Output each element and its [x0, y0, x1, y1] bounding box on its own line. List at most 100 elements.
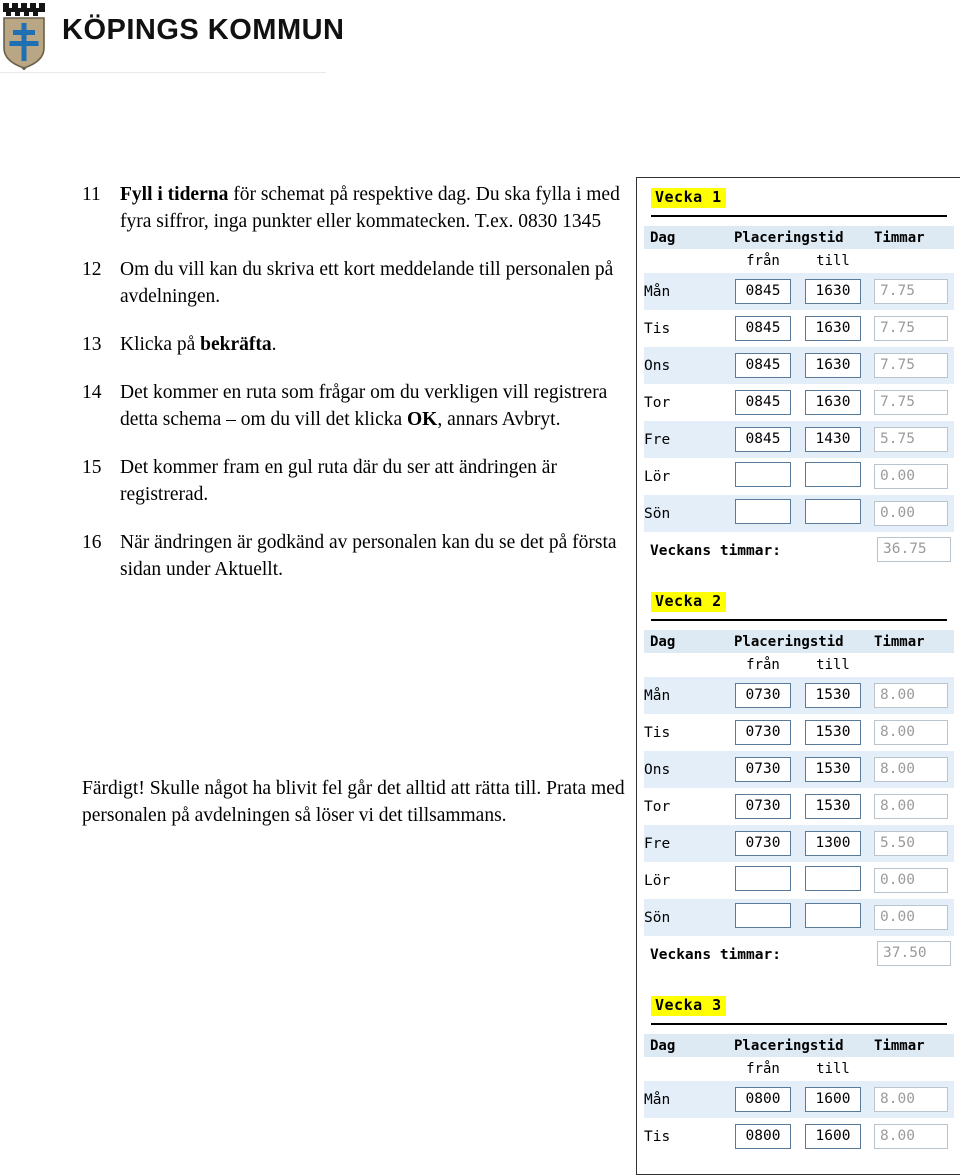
week-schedule-table: Dag Placeringstid Timmar från till Mån 0730 153…	[644, 630, 955, 970]
time-input-from[interactable]: 0730	[735, 720, 791, 745]
time-input-to[interactable]	[805, 462, 861, 487]
day-label: Tor	[644, 798, 671, 815]
schedule-row: Sön 0.00	[644, 899, 955, 936]
time-input-to[interactable]: 1600	[805, 1087, 861, 1112]
instruction-step-14: 14 Det kommer en ruta som frågar om du ve…	[82, 379, 622, 433]
time-cell-to: 1630	[798, 384, 868, 421]
time-input-to[interactable]: 1600	[805, 1124, 861, 1149]
hours-readonly-field: 7.75	[874, 353, 949, 378]
hours-cell: 7.75	[868, 310, 954, 347]
time-input-from[interactable]: 0845	[735, 279, 791, 304]
hours-readonly-field: 8.00	[874, 1087, 949, 1112]
time-input-from[interactable]	[735, 903, 791, 928]
time-input-from[interactable]: 0845	[735, 316, 791, 341]
schedule-row: Ons 0845 1630 7.75	[644, 347, 955, 384]
kopings-kommun-coat-of-arms-icon	[2, 2, 46, 71]
hours-cell: 8.00	[868, 1081, 955, 1118]
week-schedule-table: Dag Placeringstid Timmar från till Mån 0845 163…	[644, 226, 955, 566]
step-text-run: Om du vill kan du skriva ett kort meddel…	[120, 259, 614, 307]
schedule-row: Fre 0845 1430 5.75	[644, 421, 955, 458]
time-input-from[interactable]: 0845	[735, 390, 791, 415]
schedule-row: Tor 0845 1630 7.75	[644, 384, 954, 421]
time-input-to[interactable]	[805, 866, 861, 891]
time-input-to[interactable]: 1630	[805, 279, 861, 304]
time-input-to[interactable]: 1300	[805, 831, 861, 856]
step-number: 15	[82, 457, 102, 478]
time-input-from[interactable]	[735, 499, 791, 524]
week-title: Vecka 1	[651, 188, 726, 208]
subheader-spacer-right	[868, 249, 955, 273]
time-input-to[interactable]: 1630	[805, 353, 861, 378]
table-subheader-row: från till	[644, 249, 955, 273]
time-cell-from: 0730	[728, 677, 798, 714]
hours-cell: 8.00	[868, 788, 954, 825]
time-input-to[interactable]	[805, 499, 861, 524]
subheader-spacer-right	[868, 653, 955, 677]
time-input-from[interactable]: 0845	[735, 427, 791, 452]
time-input-from[interactable]: 0800	[735, 1124, 791, 1149]
hours-readonly-field: 8.00	[874, 720, 949, 745]
schedule-row: Tor 0730 1530 8.00	[644, 788, 954, 825]
time-input-from[interactable]: 0730	[735, 794, 791, 819]
table-header-row: Dag Placeringstid Timmar	[644, 226, 955, 249]
hours-cell: 0.00	[868, 899, 955, 936]
time-input-to[interactable]: 1630	[805, 390, 861, 415]
day-label: Tis	[644, 724, 671, 741]
week-spacer	[637, 1155, 960, 1171]
instruction-step-13: 13 Klicka på bekräfta.	[82, 331, 622, 358]
step-text: Det kommer fram en gul ruta där du ser a…	[120, 457, 557, 505]
time-input-to[interactable]: 1530	[805, 757, 861, 782]
instruction-step-15: 15 Det kommer fram en gul ruta där du ser…	[82, 454, 622, 508]
day-label: Mån	[644, 1081, 728, 1118]
schedule-row: Lör 0.00	[644, 862, 954, 899]
hours-cell: 8.00	[868, 714, 954, 751]
time-input-to[interactable]: 1530	[805, 794, 861, 819]
page-header: KÖPINGS KOMMUN	[0, 0, 344, 74]
time-input-from[interactable]	[735, 462, 791, 487]
week-spacer	[637, 970, 960, 986]
time-cell-from: 0730	[728, 825, 798, 862]
hours-cell: 5.50	[868, 825, 955, 862]
time-input-to[interactable]	[805, 903, 861, 928]
column-header-timmar: Timmar	[868, 630, 955, 653]
time-cell-to	[798, 899, 869, 936]
column-subheader-to: till	[798, 653, 869, 677]
instruction-step-16: 16 När ändringen är godkänd av personalen…	[82, 529, 622, 583]
table-subheader-row: från till	[644, 653, 955, 677]
time-input-from[interactable]: 0730	[735, 683, 791, 708]
time-input-to[interactable]: 1530	[805, 683, 861, 708]
hours-cell: 8.00	[868, 751, 955, 788]
hours-cell: 0.00	[868, 458, 954, 495]
time-cell-from: 0845	[728, 421, 798, 458]
day-label: Mån	[644, 273, 728, 310]
step-text-run: , annars Avbryt.	[437, 409, 561, 430]
table-subheader-row: från till	[644, 1057, 955, 1081]
week-title-divider	[651, 215, 947, 217]
time-cell-to	[798, 862, 868, 899]
week-title-divider	[651, 619, 947, 621]
time-input-from[interactable]: 0845	[735, 353, 791, 378]
step-text-emphasis: Fyll i tiderna	[120, 184, 229, 205]
time-input-from[interactable]	[735, 866, 791, 891]
time-input-to[interactable]: 1430	[805, 427, 861, 452]
time-cell-from: 0800	[728, 1081, 798, 1118]
hours-readonly-field: 8.00	[874, 1124, 949, 1149]
hours-cell: 5.75	[868, 421, 955, 458]
day-label: Sön	[644, 899, 728, 936]
day-label: Fre	[644, 825, 728, 862]
subheader-spacer	[644, 249, 728, 273]
time-cell-to: 1600	[798, 1081, 869, 1118]
time-cell-to: 1600	[798, 1118, 868, 1155]
step-text: Klicka på bekräfta.	[120, 334, 277, 355]
time-input-from[interactable]: 0800	[735, 1087, 791, 1112]
time-input-from[interactable]: 0730	[735, 831, 791, 856]
time-input-from[interactable]: 0730	[735, 757, 791, 782]
time-input-to[interactable]: 1630	[805, 316, 861, 341]
time-input-to[interactable]: 1530	[805, 720, 861, 745]
time-cell-to: 1630	[798, 310, 868, 347]
hours-cell: 7.75	[868, 273, 955, 310]
hours-readonly-field: 0.00	[874, 464, 949, 489]
hours-cell: 8.00	[868, 1118, 954, 1155]
time-cell-from	[728, 899, 798, 936]
day-label: Tor	[644, 394, 671, 411]
